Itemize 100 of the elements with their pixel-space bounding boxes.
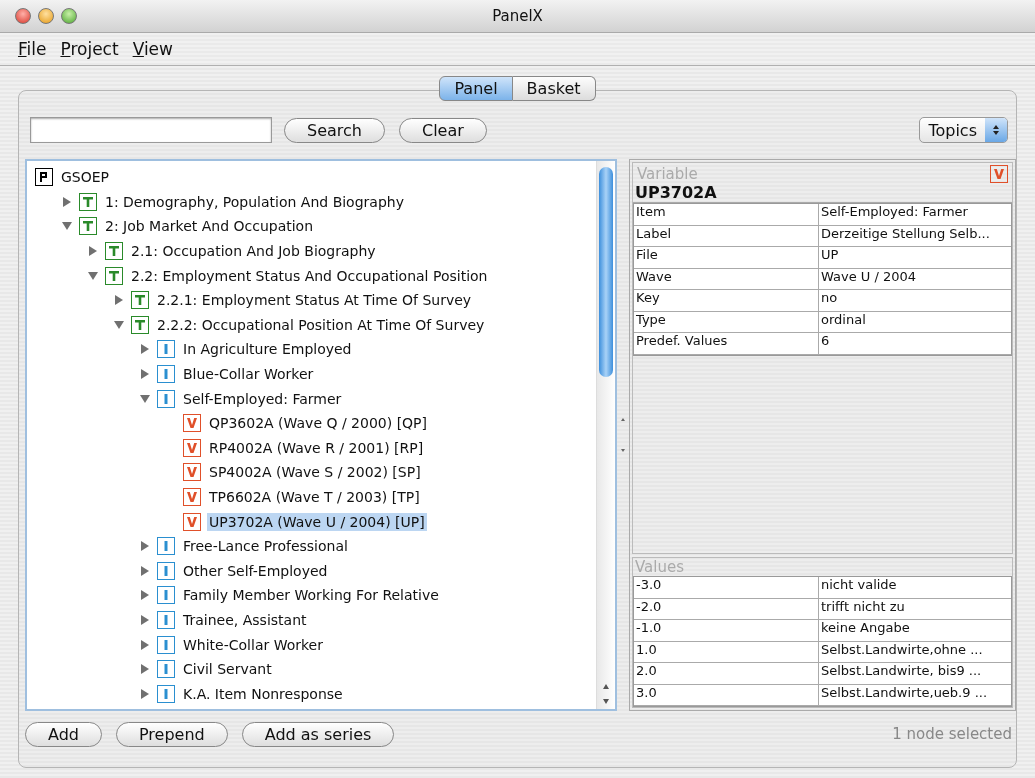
- tree-item[interactable]: QP3602A (Wave Q / 2000) [QP]: [207, 414, 430, 433]
- node-icon: [35, 168, 53, 187]
- tree-item[interactable]: TP6602A (Wave T / 2003) [TP]: [207, 488, 422, 506]
- push-button[interactable]: Add as series: [241, 721, 395, 747]
- tree-item[interactable]: Free-Lance Professional: [181, 537, 350, 556]
- section-heading: Variable: [636, 165, 699, 183]
- tree-item[interactable]: In Agriculture Employed: [181, 340, 354, 359]
- collapse-arrow-icon[interactable]: [113, 318, 125, 331]
- table-cell-text: no: [820, 290, 839, 307]
- tree-item[interactable]: Other Self-Employed: [181, 561, 330, 580]
- tree-item[interactable]: 2.2.1: Employment Status At Time Of Survey: [155, 291, 474, 310]
- node-icon: [157, 365, 175, 384]
- node-icon: [183, 463, 201, 482]
- node-icon: [183, 488, 201, 506]
- table-cell: -1.0: [634, 620, 819, 641]
- tree-item[interactable]: 2.2: Employment Status And Occupational Position: [129, 266, 490, 285]
- stepper-icon: [985, 118, 1007, 142]
- node-icon: [990, 165, 1008, 183]
- table-cell-text: Self-Employed: Farmer: [820, 204, 969, 221]
- collapse-arrow-icon[interactable]: [87, 269, 99, 282]
- table-cell: 1.0: [634, 641, 819, 662]
- expand-arrow-icon[interactable]: [139, 589, 151, 602]
- push-button[interactable]: Search: [284, 117, 385, 143]
- table-cell: 2.0: [634, 663, 819, 684]
- tree-item[interactable]: 2: Job Market And Occupation: [103, 217, 316, 236]
- tree-item[interactable]: UP3702A (Wave U / 2004) [UP]: [207, 512, 427, 531]
- push-button[interactable]: Add: [25, 721, 102, 747]
- search-field[interactable]: [30, 117, 272, 143]
- tree-item[interactable]: Civil Servant: [181, 660, 274, 679]
- table-cell-text: Selbst.Landwirte, bis9 ...: [820, 663, 983, 680]
- table-cell-text: trifft nicht zu: [820, 598, 906, 616]
- expand-arrow-icon[interactable]: [61, 195, 73, 208]
- expand-arrow-icon[interactable]: [139, 540, 151, 553]
- tree-item[interactable]: RP4002A (Wave R / 2001) [RP]: [207, 438, 426, 457]
- expand-arrow-icon[interactable]: [139, 663, 151, 676]
- tree-item[interactable]: K.A. Item Nonresponse: [181, 684, 345, 703]
- expand-arrow-icon[interactable]: [139, 614, 151, 626]
- tree-item[interactable]: Trainee, Assistant: [181, 611, 309, 629]
- table-cell-text: 6: [820, 333, 831, 350]
- table-cell: -3.0: [634, 577, 819, 598]
- table-cell: Item: [634, 204, 819, 225]
- tab[interactable]: Basket: [512, 76, 596, 101]
- node-icon: [183, 414, 201, 433]
- table-cell-text: Derzeitige Stellung Selb...: [820, 225, 991, 243]
- menu-item[interactable]: View: [130, 39, 175, 59]
- section-heading: Values: [634, 558, 685, 576]
- tree-item[interactable]: 1: Demography, Population And Biography: [103, 192, 406, 211]
- expand-arrow-icon[interactable]: [139, 368, 151, 381]
- collapse-arrow-icon[interactable]: [139, 392, 151, 405]
- minimize-button[interactable]: [38, 8, 54, 24]
- table-cell-text: nicht valide: [820, 577, 898, 594]
- menu-item[interactable]: Project: [58, 39, 121, 59]
- node-icon: [157, 340, 175, 359]
- expand-arrow-icon[interactable]: [139, 638, 151, 651]
- table-cell-text: Selbst.Landwirte,ueb.9 ...: [820, 684, 989, 702]
- node-icon: [131, 315, 149, 334]
- tree-item[interactable]: White-Collar Worker: [181, 635, 325, 654]
- tree-item[interactable]: GSOEP: [59, 168, 112, 187]
- view-dropdown[interactable]: Topics: [919, 117, 1008, 143]
- node-icon: [157, 586, 175, 605]
- table-cell: File: [634, 247, 819, 268]
- node-icon: [105, 266, 123, 285]
- node-icon: [79, 217, 97, 236]
- scroll-bar[interactable]: [596, 161, 615, 709]
- tree-item[interactable]: Self-Employed: Farmer: [181, 389, 344, 408]
- table-cell: Type: [634, 311, 819, 332]
- scroll-thumb[interactable]: [599, 167, 613, 377]
- tree-item[interactable]: Family Member Working For Relative: [181, 586, 441, 605]
- status-text: 1 node selected: [892, 725, 1012, 743]
- tree-item[interactable]: SP4002A (Wave S / 2002) [SP]: [207, 463, 423, 482]
- node-icon: [105, 242, 123, 261]
- table-cell: 3.0: [634, 684, 819, 705]
- expand-arrow-icon[interactable]: [139, 687, 151, 700]
- table-cell: Key: [634, 290, 819, 311]
- tab[interactable]: Panel: [439, 76, 513, 101]
- expand-arrow-icon[interactable]: [113, 294, 125, 307]
- table-cell: -2.0: [634, 598, 819, 619]
- table-cell: Predef. Values: [634, 333, 819, 354]
- tree-item[interactable]: 2.1: Occupation And Job Biography: [129, 242, 378, 261]
- node-icon: [157, 389, 175, 408]
- push-button[interactable]: Prepend: [116, 721, 228, 747]
- expand-arrow-icon[interactable]: [139, 343, 151, 356]
- push-button[interactable]: Clear: [398, 117, 487, 143]
- tree-item[interactable]: Blue-Collar Worker: [181, 365, 316, 384]
- node-icon: [157, 635, 175, 654]
- table-cell-text: UP: [820, 247, 840, 264]
- node-icon: [183, 438, 201, 457]
- expand-arrow-icon[interactable]: [139, 564, 151, 577]
- table-cell: Wave: [634, 268, 819, 289]
- node-icon: [79, 192, 97, 211]
- expand-arrow-icon[interactable]: [87, 245, 99, 258]
- zoom-button[interactable]: [61, 8, 77, 24]
- close-button[interactable]: [15, 8, 31, 24]
- node-icon: [157, 611, 175, 629]
- tree-item[interactable]: 2.2.2: Occupational Position At Time Of Survey: [155, 315, 487, 334]
- node-icon: [183, 512, 201, 531]
- node-icon: [157, 561, 175, 580]
- node-icon: [157, 537, 175, 556]
- menu-item[interactable]: File: [16, 39, 49, 59]
- table-cell: Label: [634, 225, 819, 246]
